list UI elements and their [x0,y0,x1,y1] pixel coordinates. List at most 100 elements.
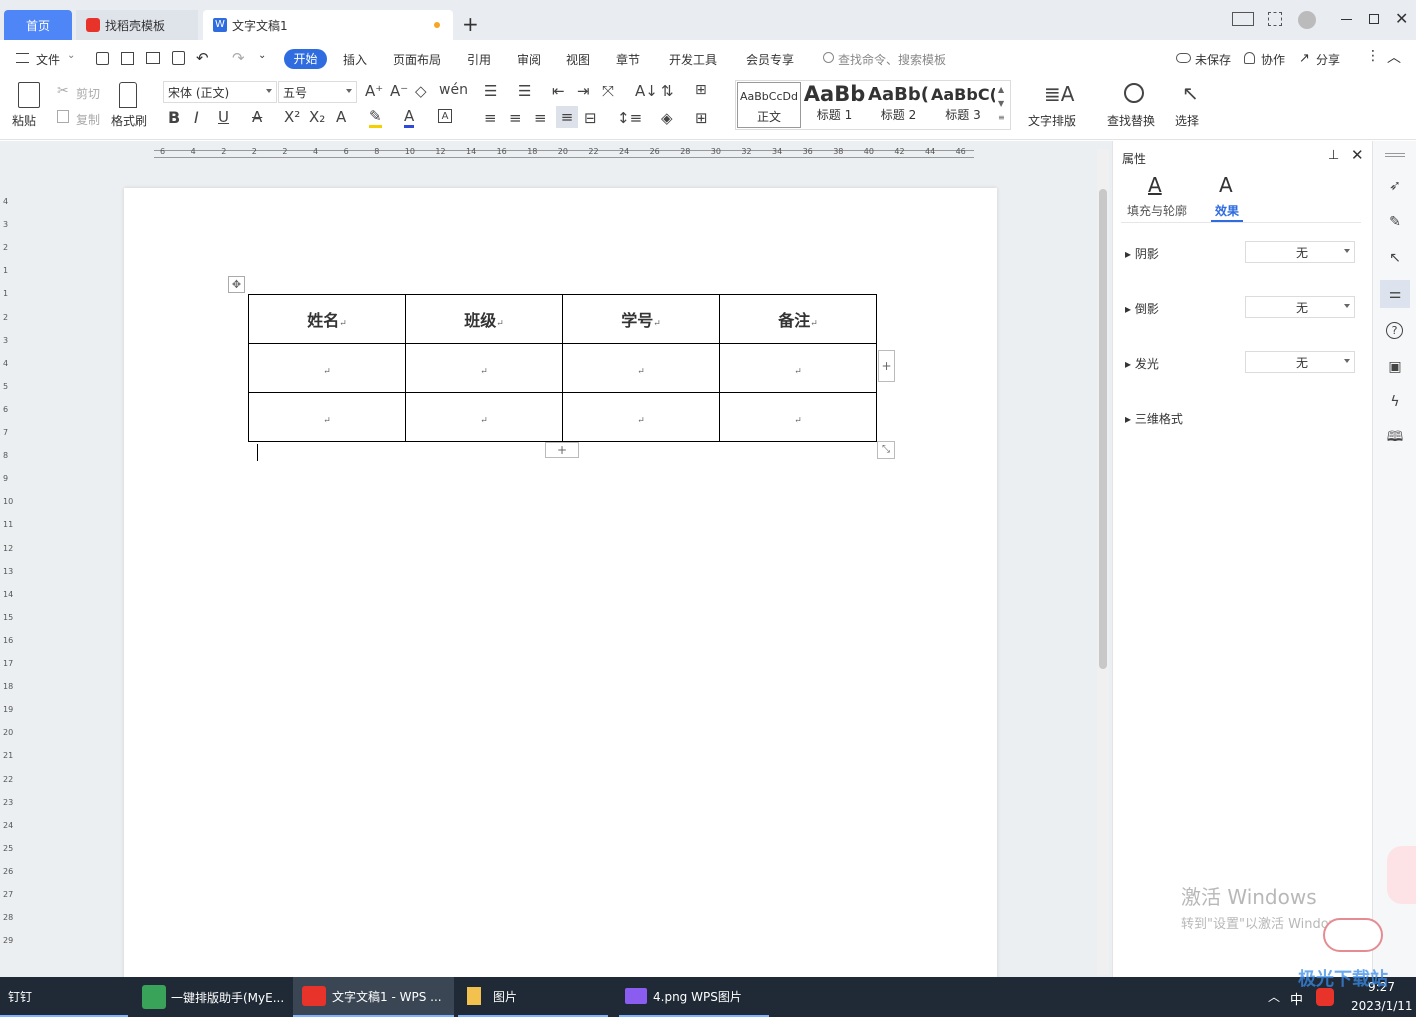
distribute-icon[interactable]: ⊟ [584,109,597,127]
style-scroll-icon[interactable]: ▲ ▼ ≡ [998,83,1005,125]
undo-icon[interactable]: ↶ [196,49,209,67]
grow-font-icon[interactable]: A⁺ [365,82,383,100]
share-button[interactable]: 分享 [1316,51,1340,68]
ime-indicator[interactable]: 中 [1290,989,1303,1008]
text-layout-icon[interactable]: ≣A [1044,82,1074,106]
bullet-list-icon[interactable]: ☰ [484,82,497,100]
chinese-layout-icon[interactable]: ⤧ [602,82,614,100]
close-icon[interactable]: ✕ [1395,9,1408,28]
char-border-icon[interactable]: A [438,109,452,123]
vertical-scrollbar[interactable] [1097,149,1109,975]
shrink-font-icon[interactable]: A⁻ [390,82,408,100]
numbered-list-icon[interactable]: ☰ [518,82,531,100]
menu-item-insert[interactable]: 插入 [343,51,367,68]
style-heading3[interactable]: AaBbC( 标题 3 [931,82,995,128]
clear-format-icon[interactable]: ◇ [415,82,427,100]
effect-icon[interactable]: A [1219,173,1233,197]
menu-item-review[interactable]: 审阅 [517,51,541,68]
document-page[interactable]: ✥ 姓名↵ 班级↵ 学号↵ 备注↵ ↵ ↵ ↵ ↵ ↵ ↵ ↵ ↵ + + ⤡ [124,188,997,988]
table-header-cell[interactable]: 学号↵ [562,294,720,344]
new-tab-button[interactable]: + [462,12,479,36]
underline-icon[interactable]: U [218,108,229,126]
align-center-icon[interactable]: ≡ [509,109,522,127]
table-header-cell[interactable]: 班级↵ [405,294,563,344]
tab-document[interactable]: W 文字文稿1 [203,10,453,40]
file-menu[interactable]: 文件 [36,51,60,68]
text-direction-icon[interactable]: A↓ [635,82,658,100]
table-resize-handle-icon[interactable]: ⤡ [877,441,895,459]
shadow-row[interactable]: ▸ 阴影 [1125,245,1159,262]
menu-item-member[interactable]: 会员专享 [746,51,794,68]
reflection-select[interactable]: 无 [1245,296,1355,318]
data-table[interactable]: 姓名↵ 班级↵ 学号↵ 备注↵ ↵ ↵ ↵ ↵ ↵ ↵ ↵ ↵ [248,294,877,442]
taskbar-item-dingtalk[interactable]: 钉钉 [0,977,128,1017]
style-normal[interactable]: AaBbCcDd 正文 [737,82,801,128]
vertical-ruler[interactable]: 4 3 2 1 1 2 3 4 5 6 7 8 9 10 11 12 13 14 15 16 17 18 19 20 21 22 2… [0,181,16,981]
cursor-icon[interactable]: ↖ [1385,248,1405,268]
taskbar-item-pictures[interactable]: 图片 [458,977,608,1017]
paste-icon[interactable] [18,82,40,108]
find-replace-button[interactable]: 查找替换 [1107,112,1155,129]
cut-button[interactable]: 剪切 [76,85,100,102]
align-left-icon[interactable]: ≡ [484,109,497,127]
quick-access-dropdown-icon[interactable]: ⌄ [258,50,266,61]
strikethrough-icon[interactable]: A [252,108,262,126]
taskbar-item-wps-image[interactable]: 4.png WPS图片 [619,977,769,1017]
glow-select[interactable]: 无 [1245,351,1355,373]
table-cell[interactable]: ↵ [719,343,877,393]
align-right-icon[interactable]: ≡ [534,109,547,127]
cy-badge-icon[interactable] [1323,918,1383,952]
increase-indent-icon[interactable]: ⇥ [577,82,590,100]
table-move-handle-icon[interactable]: ✥ [228,276,245,293]
add-column-button[interactable]: + [878,350,895,382]
rocket-icon[interactable]: ➶ [1385,176,1405,196]
print-preview-icon[interactable] [172,51,185,65]
menu-item-start[interactable]: 开始 [284,49,327,69]
properties-icon[interactable]: ⚌ [1380,280,1410,308]
italic-icon[interactable]: I [194,108,199,127]
unsaved-status[interactable]: 未保存 [1195,51,1231,68]
phonetic-icon[interactable]: wén [439,82,468,98]
pen-icon[interactable]: ✎ [1385,212,1405,232]
lightning-icon[interactable]: ϟ [1385,392,1405,412]
borders-icon[interactable]: ⊞ [695,109,708,127]
table-cell[interactable]: ↵ [562,392,720,442]
reflection-row[interactable]: ▸ 倒影 [1125,300,1159,317]
tab-fill-outline[interactable]: 填充与轮廓 [1127,202,1187,219]
maximize-icon[interactable] [1369,14,1379,24]
properties-title[interactable]: 属性 [1122,150,1146,167]
hamburger-icon[interactable] [16,53,29,63]
subscript-icon[interactable]: X₂ [309,108,325,126]
3d-format-row[interactable]: ▸ 三维格式 [1125,410,1183,427]
table-cell[interactable]: ↵ [405,392,563,442]
select-cursor-icon[interactable]: ↖ [1182,81,1199,105]
mascot-icon[interactable] [1387,846,1416,904]
menu-item-view[interactable]: 视图 [566,51,590,68]
book-icon[interactable]: 🕮 [1385,428,1405,448]
show-marks-icon[interactable]: ⊞ [695,82,707,98]
superscript-icon[interactable]: X² [284,108,300,126]
panel-close-icon[interactable]: ✕ [1351,146,1364,164]
table-header-cell[interactable]: 姓名↵ [248,294,406,344]
glow-row[interactable]: ▸ 发光 [1125,355,1159,372]
avatar[interactable] [1298,11,1316,29]
font-name-select[interactable]: 宋体 (正文) [163,81,277,103]
line-spacing-icon[interactable]: ↕≡ [617,109,642,127]
image-tool-icon[interactable]: ▣ [1385,357,1405,377]
save-icon[interactable] [96,52,109,65]
layout-icon[interactable] [1232,12,1254,26]
collapse-ribbon-icon[interactable]: ︿ [1387,47,1401,67]
fill-outline-icon[interactable]: A [1148,173,1162,197]
format-painter-icon[interactable] [119,82,137,108]
help-icon[interactable]: ? [1386,322,1403,339]
copy-button[interactable]: 复制 [76,111,100,128]
command-search-input[interactable]: 查找命令、搜索模板 [838,51,946,68]
menu-item-devtools[interactable]: 开发工具 [669,51,717,68]
table-cell[interactable]: ↵ [562,343,720,393]
table-cell[interactable]: ↵ [248,392,406,442]
minimize-icon[interactable] [1341,19,1352,20]
style-heading1[interactable]: AaBb 标题 1 [803,82,866,128]
copy-icon[interactable] [57,110,69,123]
table-header-cell[interactable]: 备注↵ [719,294,877,344]
tab-home[interactable]: 首页 [4,10,72,40]
